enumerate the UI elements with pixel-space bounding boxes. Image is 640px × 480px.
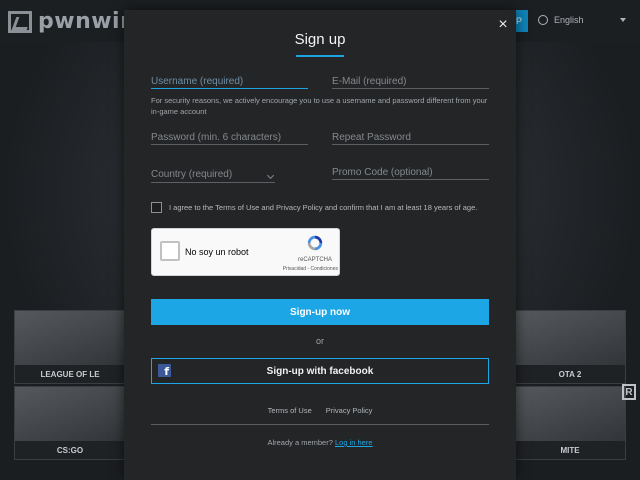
logo-mark-icon xyxy=(8,10,32,33)
terms-checkbox[interactable] xyxy=(151,202,162,213)
country-select[interactable]: Country (required) xyxy=(151,165,275,183)
facebook-signup-label: Sign-up with facebook xyxy=(266,365,374,377)
promo-code-input[interactable] xyxy=(332,158,489,180)
game-tile-csgo: CS:GO xyxy=(14,386,126,460)
member-text: Already a member? xyxy=(267,438,333,447)
chevron-down-icon xyxy=(266,171,275,180)
recaptcha-links[interactable]: Privacidad - Condiciones xyxy=(272,266,338,272)
terms-agreement-text: I agree to the Terms of Use and Privacy … xyxy=(169,203,478,212)
signup-modal: Sign up × For security reasons, we activ… xyxy=(124,10,516,480)
member-login-prompt: Already a member? Log in here xyxy=(124,438,516,447)
language-label: English xyxy=(554,15,584,25)
security-hint: For security reasons, we actively encour… xyxy=(151,96,488,116)
site-logo: pwnwin xyxy=(8,9,136,34)
login-link[interactable]: Log in here xyxy=(335,438,373,447)
modal-title: Sign up xyxy=(294,31,346,48)
recaptcha-logo-icon xyxy=(307,235,323,251)
game-tile-caption: MITE xyxy=(515,441,625,459)
recaptcha-widget: No soy un robot reCAPTCHA Privacidad - C… xyxy=(151,228,340,276)
chevron-down-icon xyxy=(619,18,626,22)
recaptcha-checkbox[interactable] xyxy=(160,241,180,261)
game-tile-dota: OTA 2 xyxy=(514,310,626,384)
footer-links: Terms of Use Privacy Policy xyxy=(124,406,516,415)
signup-button[interactable]: Sign-up now xyxy=(151,299,489,325)
game-tile-lol: LEAGUE OF LE xyxy=(14,310,126,384)
repeat-password-input[interactable] xyxy=(332,123,489,145)
terms-of-use-link[interactable]: Terms of Use xyxy=(268,406,312,415)
background-badge: R xyxy=(622,384,636,400)
privacy-policy-link[interactable]: Privacy Policy xyxy=(326,406,373,415)
email-input[interactable] xyxy=(332,67,489,89)
username-input[interactable] xyxy=(151,67,308,89)
facebook-icon: f xyxy=(158,364,171,378)
game-tile-smite: MITE xyxy=(514,386,626,460)
game-tile-caption: OTA 2 xyxy=(515,365,625,383)
game-tile-caption: LEAGUE OF LE xyxy=(15,365,125,383)
logo-wordmark: pwnwin xyxy=(38,9,137,34)
title-underline xyxy=(296,55,344,57)
close-icon[interactable]: × xyxy=(494,16,512,34)
or-separator: or xyxy=(315,336,324,346)
language-selector: English xyxy=(538,15,626,25)
recaptcha-brand: reCAPTCHA xyxy=(297,257,332,263)
recaptcha-label: No soy un robot xyxy=(185,247,249,257)
globe-icon xyxy=(538,15,548,25)
footer-divider xyxy=(151,424,489,425)
game-tile-caption: CS:GO xyxy=(15,441,125,459)
password-input[interactable] xyxy=(151,123,308,145)
country-select-label: Country (required) xyxy=(151,169,233,180)
facebook-signup-button[interactable]: f Sign-up with facebook xyxy=(151,358,489,384)
terms-agreement-row: I agree to the Terms of Use and Privacy … xyxy=(151,202,477,213)
